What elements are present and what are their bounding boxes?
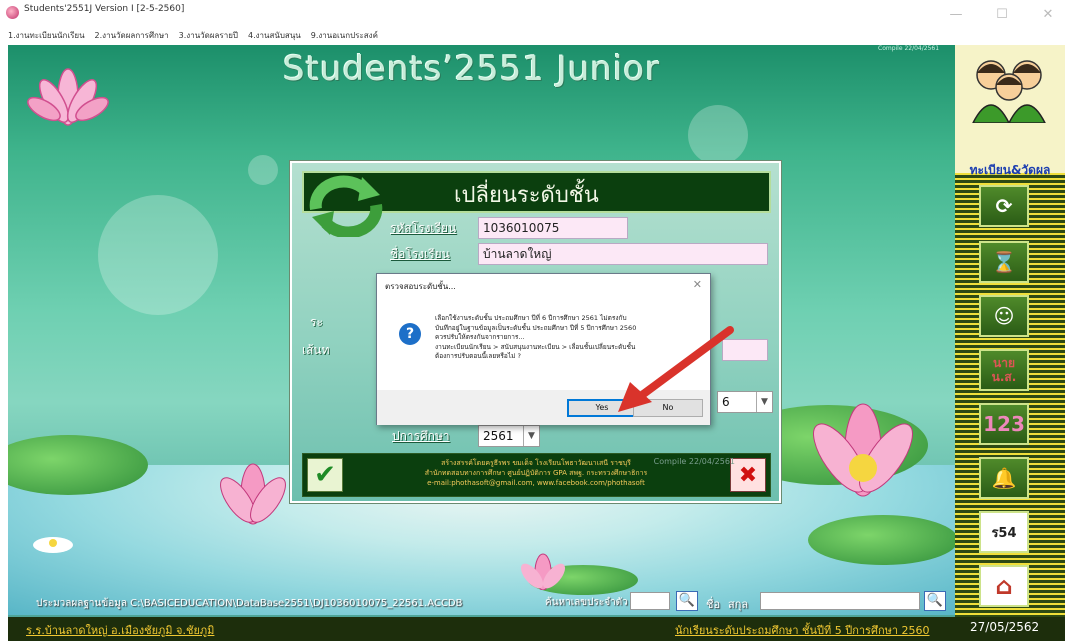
year-label: ปการศึกษา — [392, 429, 450, 443]
cancel-button[interactable]: ✖ — [730, 458, 766, 492]
menu-misc[interactable]: 9.งานอเนกประสงค์ — [311, 28, 378, 43]
school-code-label: รหัสโรงเรียน — [390, 221, 457, 235]
student-id-input[interactable] — [630, 592, 670, 610]
status-school: ร.ร.บ้านลาดใหญ่ อ.เมืองชัยภูมิ จ.ชัยภูมิ — [26, 624, 215, 637]
school-code-field[interactable]: 1036010075 — [478, 217, 628, 239]
confirm-button[interactable]: ✔ — [307, 458, 343, 492]
chevron-down-icon: ▼ — [756, 392, 772, 412]
database-path: ประมวลผลฐานข้อมูล C:\BASICEDUCATION\Data… — [36, 598, 463, 609]
window-controls: — ☐ ✕ — [933, 0, 1071, 28]
first-name-label: ชื่อ — [706, 598, 721, 611]
sidebar-report-button[interactable]: ร54 — [979, 511, 1029, 553]
menu-support[interactable]: 4.งานสนับสนุน — [248, 28, 301, 43]
status-date: 27/05/2562 — [970, 620, 1040, 634]
app-title: Students’2551 Junior — [283, 49, 661, 89]
lotus-logo-icon — [27, 68, 109, 126]
surname-label: สกุล — [728, 598, 749, 611]
sidebar: ทะเบียน&วัดผล ⟳ ⌛ ☺ นาย น.ส. 123 🔔 ร54 ⌂ — [955, 45, 1065, 617]
lily-pad — [808, 515, 958, 565]
users-icon — [972, 60, 1046, 123]
school-name-label: ชื่อโรงเรียน — [390, 247, 450, 261]
white-flower-icon — [33, 537, 73, 553]
sidebar-hourglass-button[interactable]: ⌛ — [979, 241, 1029, 283]
compile-date: Compile 22/04/2561 — [653, 457, 735, 466]
menu-student-registration[interactable]: 1.งานทะเบียนนักเรียน — [8, 28, 85, 43]
sidebar-header: ทะเบียน&วัดผล — [955, 45, 1065, 177]
sidebar-refresh-button[interactable]: ⟳ — [979, 185, 1029, 227]
dialog-title: เปลี่ยนระดับชั้น — [454, 183, 599, 208]
menu-bar: 1.งานทะเบียนนักเรียน 2.งานวัดผลการศึกษา … — [0, 28, 1071, 43]
compile-date-small: Compile 22/04/2561 — [878, 45, 940, 52]
search-id-button[interactable]: 🔍 — [676, 591, 698, 611]
window-title: Students'2551J Version I [2-5-2560] — [24, 4, 185, 14]
student-id-label: ค้นหาเลขประจำตัว — [545, 597, 628, 608]
close-button[interactable]: ✕ — [1025, 0, 1071, 28]
status-class-info: นักเรียนระดับประถมศึกษา ชั้นปีที่ 5 ปีกา… — [675, 624, 930, 637]
maximize-button[interactable]: ☐ — [979, 0, 1025, 28]
credits-line: e-mail:phothasoft@gmail.com, www.faceboo… — [427, 479, 645, 487]
title-bar: Students'2551J Version I [2-5-2560] — ☐ … — [0, 0, 1071, 28]
message-close-button[interactable]: ✕ — [693, 278, 702, 291]
sidebar-title: ทะเบียน&วัดผล — [969, 163, 1051, 177]
sidebar-bell-button[interactable]: 🔔 — [979, 457, 1029, 499]
lotus-flower-icon — [813, 403, 913, 497]
lotus-flower-icon — [220, 463, 286, 525]
level-label: ระ — [310, 315, 323, 329]
credits-line: สำนักทดสอบทางการศึกษา ศูนย์ปฏิบัติการ GP… — [424, 469, 648, 477]
search-bar: ประมวลผลฐานข้อมูล C:\BASICEDUCATION\Data… — [8, 587, 955, 617]
search-name-button[interactable]: 🔍 — [924, 591, 946, 611]
question-icon: ? — [399, 323, 421, 345]
name-input[interactable] — [760, 592, 920, 610]
year-select[interactable]: 2561 ▼ — [478, 425, 540, 447]
sidebar-student-button[interactable]: ☺ — [979, 295, 1029, 337]
sidebar-prefix-button[interactable]: นาย น.ส. — [979, 349, 1029, 391]
refresh-arrows-icon — [309, 175, 383, 237]
lotus-app-icon — [6, 6, 19, 19]
decor-bubble — [98, 195, 218, 315]
lotus-flower-icon — [520, 553, 566, 590]
sidebar-numbers-button[interactable]: 123 — [979, 403, 1029, 445]
red-arrow-icon — [618, 326, 734, 412]
message-title: ตรวจสอบระดับชั้น... — [385, 282, 456, 291]
status-bar: ร.ร.บ้านลาดใหญ่ อ.เมืองชัยภูมิ จ.ชัยภูมิ… — [8, 617, 1065, 641]
menu-assessment[interactable]: 2.งานวัดผลการศึกษา — [95, 28, 169, 43]
sidebar-home-button[interactable]: ⌂ — [979, 565, 1029, 607]
chevron-down-icon: ▼ — [523, 426, 539, 446]
year-value: 2561 — [483, 429, 514, 443]
minimize-button[interactable]: — — [933, 0, 979, 28]
menu-yearly-assessment[interactable]: 3.งานวัดผลรายปี — [179, 28, 238, 43]
school-name-field[interactable]: บ้านลาดใหญ่ — [478, 243, 768, 265]
path-label: เส้นท — [302, 343, 330, 357]
decor-bubble — [248, 155, 278, 185]
decor-bubble — [688, 105, 748, 165]
